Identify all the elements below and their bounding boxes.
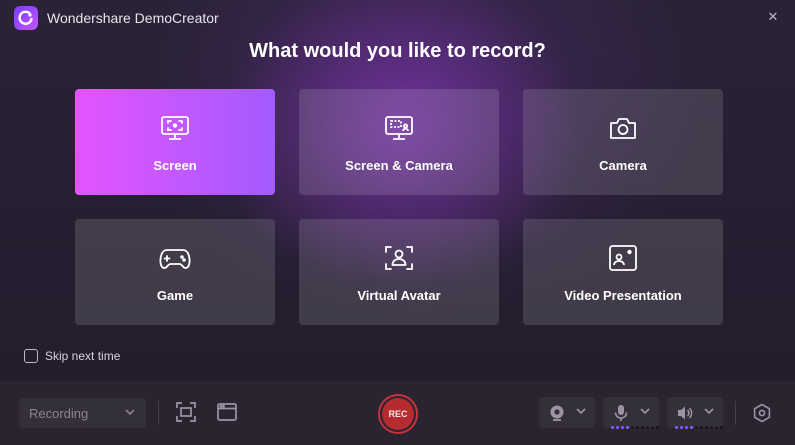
chevron-down-icon <box>576 408 586 415</box>
screen-icon <box>158 113 192 143</box>
option-game[interactable]: Game <box>75 219 275 325</box>
option-label: Video Presentation <box>564 288 682 303</box>
option-label: Game <box>156 288 194 303</box>
app-logo-icon <box>14 6 38 30</box>
mode-select[interactable]: Recording <box>19 398 146 428</box>
speaker-select[interactable] <box>667 397 723 429</box>
option-virtual-avatar[interactable]: Virtual Avatar <box>299 219 499 325</box>
option-video-presentation[interactable]: Video Presentation <box>523 219 723 325</box>
chevron-down-icon <box>125 409 135 416</box>
presentation-icon <box>606 243 640 273</box>
skip-checkbox[interactable] <box>24 349 38 363</box>
option-label: Screen & Camera <box>345 158 453 173</box>
screen-camera-icon <box>382 113 416 143</box>
close-icon[interactable]: ✕ <box>765 9 781 25</box>
divider <box>735 401 736 425</box>
window-capture-icon[interactable] <box>216 401 238 423</box>
webcam-select[interactable] <box>539 397 595 428</box>
settings-icon[interactable] <box>752 403 772 423</box>
mic-level-meter <box>611 426 659 429</box>
divider <box>158 401 159 425</box>
skip-label: Skip next time <box>45 349 121 363</box>
record-button-label: REC <box>382 398 414 430</box>
microphone-select[interactable] <box>603 397 659 429</box>
chevron-down-icon <box>704 408 714 415</box>
option-label: Camera <box>599 158 647 173</box>
page-title: What would you like to record? <box>249 40 546 62</box>
camera-icon <box>606 113 640 143</box>
fullscreen-region-icon[interactable] <box>175 401 197 423</box>
bottom-toolbar: Recording REC <box>0 381 795 445</box>
option-label: Screen <box>153 158 197 173</box>
title-bar: Wondershare DemoCreator ✕ <box>0 0 795 36</box>
avatar-icon <box>382 243 416 273</box>
speaker-level-meter <box>675 426 723 429</box>
option-screen-camera[interactable]: Screen & Camera <box>299 89 499 195</box>
microphone-icon <box>614 405 628 421</box>
record-button[interactable]: REC <box>378 394 418 434</box>
webcam-icon <box>550 405 564 421</box>
chevron-down-icon <box>640 408 650 415</box>
app-title: Wondershare DemoCreator <box>47 10 219 26</box>
speaker-icon <box>678 406 693 420</box>
gamepad-icon <box>158 243 192 273</box>
option-screen[interactable]: Screen <box>75 89 275 195</box>
option-label: Virtual Avatar <box>357 288 441 303</box>
skip-next-time[interactable]: Skip next time <box>24 349 120 363</box>
mode-select-value: Recording <box>29 405 89 421</box>
option-camera[interactable]: Camera <box>523 89 723 195</box>
